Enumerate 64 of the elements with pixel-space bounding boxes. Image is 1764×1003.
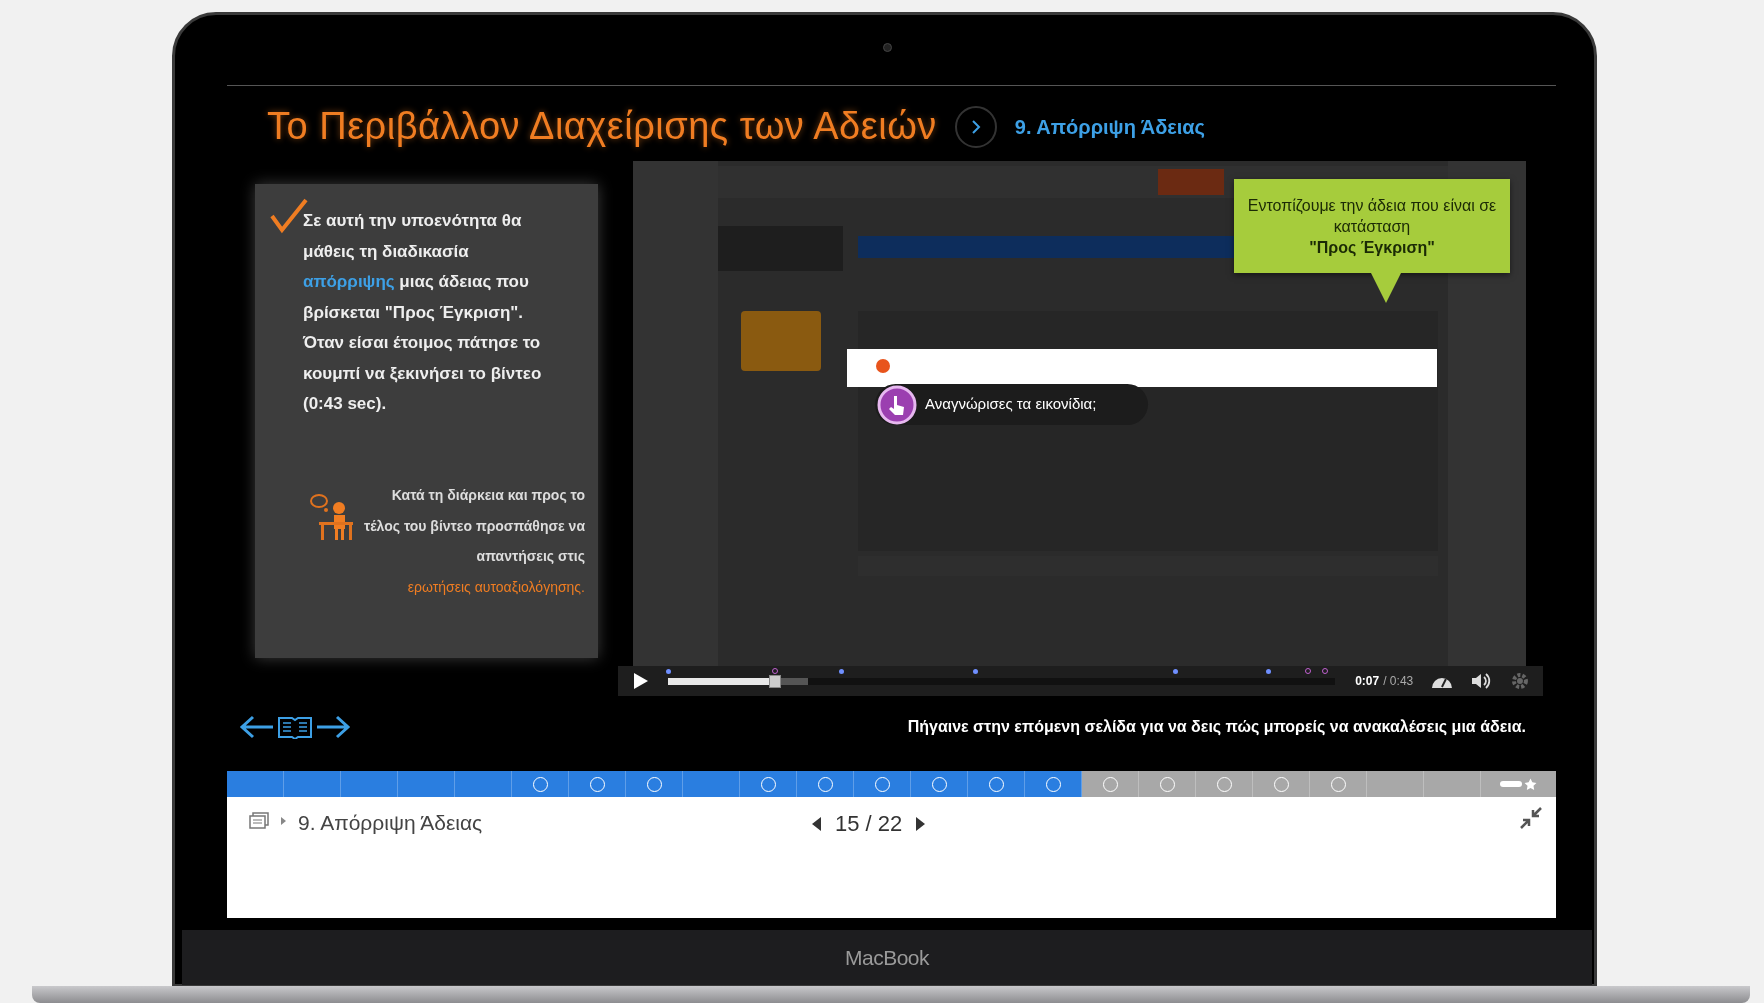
page-progress-cell[interactable]: [740, 771, 797, 797]
tip-text: Κατά τη διάρκεια και προς το τέλος του βίντεο προσπάθησε να απαντήσεις στις ερωτήσεις αυτοαξιολόγησης.: [363, 486, 585, 597]
page-title: Το Περιβάλλον Διαχείρισης των Αδειών: [267, 104, 937, 149]
camera-icon: [883, 43, 892, 52]
chapter-marker[interactable]: [1173, 668, 1179, 674]
page-progress-cell[interactable]: [797, 771, 854, 797]
page-progress-cell[interactable]: [398, 771, 455, 797]
caret-right-icon: [281, 817, 286, 825]
page-counter: 15 / 22: [835, 810, 903, 838]
back-arrow-button[interactable]: [239, 714, 275, 739]
arrow-right-icon: [315, 714, 351, 739]
open-book-icon: [277, 714, 313, 739]
page-progress-cell[interactable]: [1196, 771, 1253, 797]
callout-status-text: "Προς Έγκριση": [1309, 237, 1435, 258]
seek-thumb[interactable]: [768, 674, 781, 688]
page-progress-cell[interactable]: [1139, 771, 1196, 797]
page-progress-cell[interactable]: [854, 771, 911, 797]
current-time: 0:07: [1355, 673, 1380, 690]
play-icon: [633, 673, 648, 689]
page-progress-cell[interactable]: [512, 771, 569, 797]
page-progress-cell[interactable]: [968, 771, 1025, 797]
page-progress-cell[interactable]: [227, 771, 284, 797]
chapter-marker[interactable]: [972, 668, 978, 674]
table-of-contents-button[interactable]: [277, 714, 313, 739]
page-progress-cell[interactable]: [1367, 771, 1424, 797]
volume-icon[interactable]: [1471, 672, 1492, 690]
page-progress-cell[interactable]: [1082, 771, 1139, 797]
rating-bar-icon: [1500, 781, 1522, 787]
next-section-button[interactable]: [954, 105, 997, 148]
chapter-marker[interactable]: [839, 668, 845, 674]
star-icon: [1524, 777, 1537, 791]
callout-text: Εντοπίζουμε την άδεια που είναι σε κατάσταση: [1246, 195, 1498, 237]
question-hotspot[interactable]: Αναγνώρισες τα εικονίδια;: [875, 384, 1148, 425]
previous-page-button[interactable]: [812, 816, 821, 831]
breadcrumb-text: 9. Απόρριψη Άδειας: [298, 810, 483, 836]
chapter-marker[interactable]: [1266, 668, 1272, 674]
page-progress-cell[interactable]: [341, 771, 398, 797]
page-progress-cell[interactable]: [1025, 771, 1082, 797]
arrow-left-icon: [239, 714, 275, 739]
intro-text: Σε αυτή την υποενότητα θα μάθεις τη διαδικασία απόρριψης μιας άδειας που βρίσκεται "Προς Έγκριση". Όταν είσαι έτοιμος πάτησε το κουμπί να ξεκινήσει το βίντεο (0:43 sec).: [303, 210, 543, 415]
settings-icon[interactable]: [1511, 672, 1529, 690]
page-progress-cell[interactable]: [911, 771, 968, 797]
pages-icon[interactable]: [249, 812, 269, 829]
triangle-right-icon: [916, 816, 926, 831]
page-progress-cell[interactable]: [1253, 771, 1310, 797]
device-label: MacBook: [844, 944, 929, 971]
play-button[interactable]: [632, 672, 650, 690]
page-progress-cell[interactable]: [1424, 771, 1481, 797]
page-progress-cell[interactable]: [455, 771, 512, 797]
forward-arrow-button[interactable]: [315, 714, 351, 739]
next-page-hint: Πήγαινε στην επόμενη σελίδα για να δεις πώς μπορείς να ανακαλέσεις μια άδεια.: [907, 716, 1526, 737]
page-progress-cell[interactable]: [626, 771, 683, 797]
page-progress-cell[interactable]: [569, 771, 626, 797]
chapter-marker[interactable]: [665, 668, 671, 674]
duration-text: / 0:43: [1383, 673, 1414, 690]
hand-pointer-icon: [877, 384, 917, 425]
triangle-left-icon: [812, 816, 821, 831]
section-title: 9. Απόρριψη Άδειας: [1014, 114, 1205, 140]
collapse-icon[interactable]: [1520, 807, 1542, 829]
page-progress-cell[interactable]: [683, 771, 740, 797]
page-progress-cell[interactable]: [1310, 771, 1367, 797]
chevron-right-icon: [969, 118, 982, 135]
page-progress-cell[interactable]: [284, 771, 341, 797]
next-page-button[interactable]: [916, 816, 926, 831]
